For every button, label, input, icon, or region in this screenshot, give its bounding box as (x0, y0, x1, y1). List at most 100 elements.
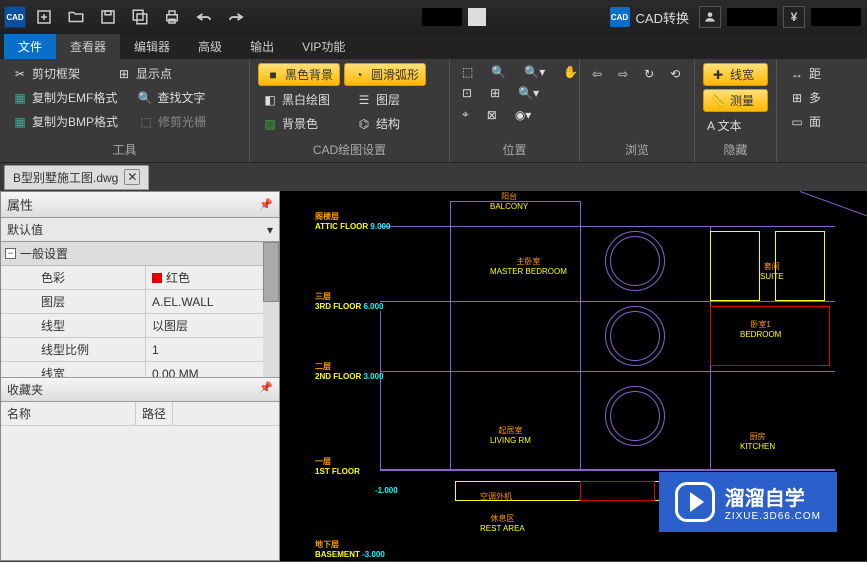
floor-2nd: 二层2ND FLOOR 3.000 (315, 361, 384, 381)
layers-button[interactable]: ☰图层 (352, 89, 404, 110)
ribbon-group-tools: ✂剪切框架 ⊞显示点 ▦复制为EMF格式 🔍查找文字 ▦复制为BMP格式 ⬚修剪… (0, 59, 250, 162)
structure-button[interactable]: ⌬结构 (352, 113, 404, 134)
close-tab-button[interactable]: ✕ (124, 169, 140, 185)
menubar: 文件 查看器 编辑器 高级 输出 VIP功能 (0, 34, 867, 59)
prop-row-linetype[interactable]: 线型 以图层 (1, 314, 279, 338)
tabbar: B型别墅施工图.dwg ✕ (0, 163, 867, 191)
linewidth-button[interactable]: ✚线宽 (703, 63, 768, 86)
property-select[interactable]: 默认值 ▾ (1, 218, 279, 242)
file-tab-label: B型别墅施工图.dwg (13, 169, 118, 186)
cut-frame-button[interactable]: ✂剪切框架 (8, 63, 84, 84)
user-icon[interactable] (699, 6, 721, 28)
linewidth-icon: ✚ (710, 67, 726, 83)
show-points-button[interactable]: ⊞显示点 (112, 63, 176, 84)
pin-icon[interactable]: 📌 (259, 198, 273, 211)
fav-col-name[interactable]: 名称 (1, 402, 136, 425)
find-text-button[interactable]: 🔍查找文字 (133, 87, 209, 108)
scissors-icon: ✂ (12, 66, 28, 82)
file-tab[interactable]: B型别墅施工图.dwg ✕ (4, 165, 149, 190)
nav-refresh-button[interactable]: ↻ (640, 65, 658, 83)
nav-left-button[interactable]: ⇦ (588, 65, 606, 83)
watermark-url: ZIXUE.3D66.COM (725, 511, 821, 522)
menu-file[interactable]: 文件 (4, 34, 56, 59)
open-file-button[interactable] (62, 3, 90, 31)
currency-icon[interactable]: ¥ (783, 6, 805, 28)
cursor-icon: ⬚ (138, 114, 154, 130)
bw-icon: ◧ (262, 92, 278, 108)
bmp-icon: ▦ (12, 114, 28, 130)
watermark-title: 溜溜自学 (725, 482, 821, 511)
room-rest: 休息区REST AREA (480, 513, 525, 533)
new-file-button[interactable] (30, 3, 58, 31)
scroll-thumb[interactable] (263, 242, 279, 302)
ribbon: ✂剪切框架 ⊞显示点 ▦复制为EMF格式 🔍查找文字 ▦复制为BMP格式 ⬚修剪… (0, 59, 867, 163)
room-kitchen: 厨房KITCHEN (740, 431, 775, 451)
titlebar: CAD CAD CAD转换 ¥ (0, 0, 867, 34)
face-button[interactable]: ▭面 (785, 111, 829, 132)
ribbon-title-cad: CAD绘图设置 (258, 139, 441, 160)
ribbon-title-browse: 浏览 (588, 139, 686, 160)
redo-button[interactable] (222, 3, 250, 31)
chevron-down-icon: ▾ (267, 223, 273, 237)
watermark-logo-icon (675, 482, 715, 522)
prop-row-layer[interactable]: 图层 A.EL.WALL (1, 290, 279, 314)
prop-row-color[interactable]: 色彩 红色 (1, 266, 279, 290)
watermark: 溜溜自学 ZIXUE.3D66.COM (659, 472, 837, 532)
text-button[interactable]: A 文本 (703, 115, 768, 136)
pin-icon-fav[interactable]: 📌 (259, 381, 273, 398)
property-group-header[interactable]: − 一般设置 (1, 242, 279, 266)
ribbon-title-hide: 隐藏 (703, 139, 768, 160)
favorites-header: 收藏夹 📌 (1, 377, 279, 402)
black-bg-button[interactable]: ■黑色背景 (258, 63, 340, 86)
pos-btn-9[interactable]: ⊠ (483, 106, 501, 124)
pos-btn-10[interactable]: ◉▾ (511, 106, 536, 124)
floor-3rd: 三层3RD FLOOR 6.000 (315, 291, 384, 311)
cad-convert-icon: CAD (610, 7, 630, 27)
menu-output[interactable]: 输出 (236, 34, 288, 59)
nav-right-button[interactable]: ⇨ (614, 65, 632, 83)
room-bedroom1: 卧室1BEDROOM (740, 319, 781, 339)
copy-emf-button[interactable]: ▦复制为EMF格式 (8, 87, 121, 108)
pos-btn-8[interactable]: ⌖ (458, 105, 473, 124)
pos-btn-5[interactable]: ⊡ (458, 84, 476, 102)
bw-draw-button[interactable]: ◧黑白绘图 (258, 89, 334, 110)
face-icon: ▭ (789, 114, 805, 130)
distance-button[interactable]: ↔距 (785, 63, 829, 84)
floor-1st: 一层1ST FLOOR (315, 456, 360, 476)
collapse-icon[interactable]: − (5, 248, 16, 259)
print-button[interactable] (158, 3, 186, 31)
property-grid: − 一般设置 色彩 红色 图层 A.EL.WALL 线型 以图层 线型比例 1 … (1, 242, 279, 377)
red-swatch (152, 273, 162, 283)
structure-icon: ⌬ (356, 116, 372, 132)
prop-row-lineweight[interactable]: 线宽 0.00 MM (1, 362, 279, 377)
more-button[interactable]: ⊞多 (785, 87, 829, 108)
save-button[interactable] (94, 3, 122, 31)
nav-home-button[interactable]: ⟲ (666, 65, 684, 83)
ribbon-group-extra: ↔距 ⊞多 ▭面 (777, 59, 837, 162)
zoom-out-button[interactable]: 🔍▾ (514, 84, 543, 102)
user-name-area (727, 8, 777, 26)
scrollbar-vertical[interactable] (263, 242, 279, 377)
prop-row-ltscale[interactable]: 线型比例 1 (1, 338, 279, 362)
menu-viewer[interactable]: 查看器 (56, 34, 120, 59)
pan-button[interactable]: ✋ (559, 63, 582, 81)
menu-vip[interactable]: VIP功能 (288, 34, 359, 59)
menu-advanced[interactable]: 高级 (184, 34, 236, 59)
bg-color-button[interactable]: ▨背景色 (258, 113, 322, 134)
pos-btn-2[interactable]: 🔍 (487, 63, 510, 81)
saveas-button[interactable] (126, 3, 154, 31)
window-title-area (422, 8, 462, 26)
measure-button[interactable]: 📏测量 (703, 89, 768, 112)
zoom-in-button[interactable]: 🔍▾ (520, 63, 549, 81)
copy-bmp-button[interactable]: ▦复制为BMP格式 (8, 111, 122, 132)
cad-convert-button[interactable]: CAD CAD转换 (610, 7, 689, 27)
room-suite: 套间SUITE (760, 261, 784, 281)
fav-col-path[interactable]: 路径 (136, 402, 173, 425)
property-header: 属性 📌 (1, 192, 279, 218)
menu-editor[interactable]: 编辑器 (120, 34, 184, 59)
smooth-arc-button[interactable]: ◔圆滑弧形 (344, 63, 426, 86)
undo-button[interactable] (190, 3, 218, 31)
pos-btn-6[interactable]: ⊞ (486, 84, 504, 102)
pos-btn-1[interactable]: ⬚ (458, 63, 477, 81)
floor-basement: 地下层BASEMENT -3.000 (315, 539, 385, 559)
